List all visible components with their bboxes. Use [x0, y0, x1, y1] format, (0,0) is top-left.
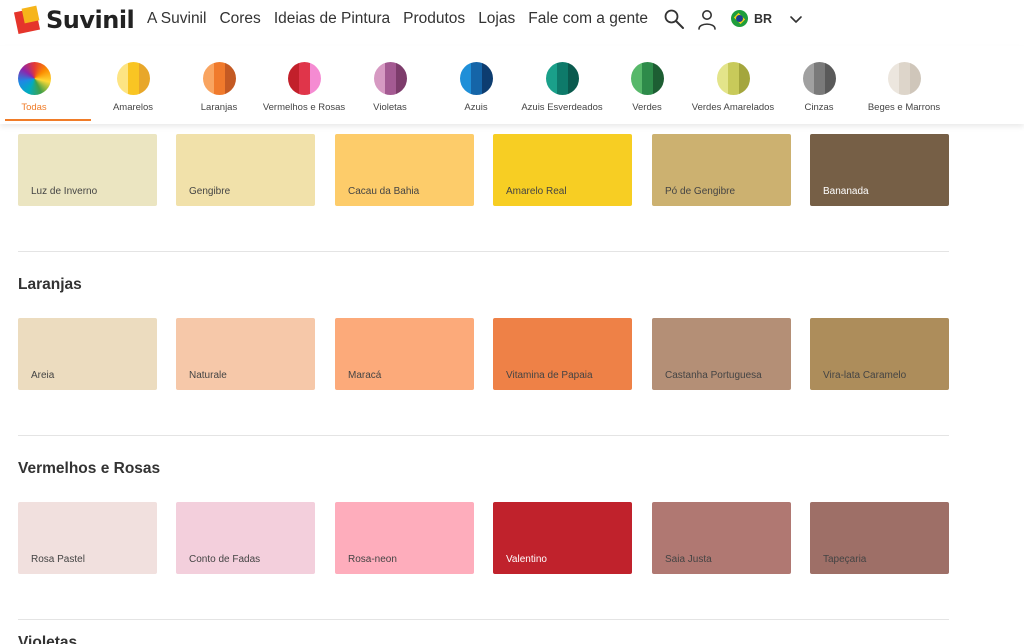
color-swatch-icon: [459, 62, 493, 95]
active-tab-indicator: [5, 119, 91, 121]
color-card[interactable]: Cacau da Bahia: [335, 134, 474, 206]
color-name: Tapeçaria: [823, 554, 867, 565]
color-card[interactable]: Gengibre: [176, 134, 315, 206]
color-card[interactable]: Naturale: [176, 318, 315, 390]
search-icon[interactable]: [663, 8, 685, 30]
category-filter-bar: Todas Amarelos Laranjas Vermelhos e Rosas Vi…: [0, 46, 1024, 124]
language-label: BR: [754, 11, 773, 26]
section-title: Vermelhos e Rosas: [18, 460, 161, 477]
category-label: Todas: [21, 102, 47, 113]
color-name: Castanha Portuguesa: [665, 370, 762, 381]
color-card[interactable]: Valentino: [493, 502, 632, 574]
color-card[interactable]: Saia Justa: [652, 502, 791, 574]
nav-item-produtos[interactable]: Produtos: [403, 10, 465, 28]
nav-item-lojas[interactable]: Lojas: [478, 10, 515, 28]
color-swatch-icon: [630, 62, 664, 95]
color-name: Pó de Gengibre: [665, 186, 736, 197]
color-name: Rosa-neon: [348, 554, 397, 565]
color-card[interactable]: Pó de Gengibre: [652, 134, 791, 206]
user-icon[interactable]: [696, 8, 718, 30]
category-tab-beges-e-marrons[interactable]: Beges e Marrons: [849, 62, 959, 113]
color-card[interactable]: Amarelo Real: [493, 134, 632, 206]
language-selector[interactable]: BR: [731, 10, 804, 27]
color-card[interactable]: Areia: [18, 318, 157, 390]
color-name: Conto de Fadas: [189, 554, 261, 565]
color-name: Luz de Inverno: [31, 186, 98, 197]
color-name: Rosa Pastel: [31, 554, 85, 565]
chevron-down-icon: [790, 15, 802, 23]
nav-item-a-suvinil[interactable]: A Suvinil: [147, 10, 206, 28]
color-name: Valentino: [506, 554, 547, 565]
color-swatch-icon: [545, 62, 579, 95]
color-card[interactable]: Tapeçaria: [810, 502, 949, 574]
color-name: Vitamina de Papaia: [506, 370, 593, 381]
color-card[interactable]: Maracá: [335, 318, 474, 390]
nav-item-fale-com-a-gente[interactable]: Fale com a gente: [528, 10, 648, 28]
suvinil-logo[interactable]: Suvinil: [13, 4, 135, 36]
color-name: Cacau da Bahia: [348, 186, 420, 197]
color-card[interactable]: Vira-lata Caramelo: [810, 318, 949, 390]
color-card[interactable]: Bananada: [810, 134, 949, 206]
color-swatch-icon: [802, 62, 836, 95]
color-swatch-icon: [17, 62, 51, 95]
color-card[interactable]: Castanha Portuguesa: [652, 318, 791, 390]
color-card[interactable]: Vitamina de Papaia: [493, 318, 632, 390]
category-label: Beges e Marrons: [867, 102, 941, 113]
color-name: Areia: [31, 370, 55, 381]
color-name: Gengibre: [189, 186, 231, 197]
section-divider: [18, 435, 949, 436]
logo-mark-icon: [13, 5, 44, 35]
color-name: Bananada: [823, 186, 869, 197]
nav-item-ideias-de-pintura[interactable]: Ideias de Pintura: [274, 10, 390, 28]
color-swatch-icon: [202, 62, 236, 95]
color-name: Amarelo Real: [506, 186, 567, 197]
brand-name: Suvinil: [46, 6, 135, 34]
color-name: Maracá: [348, 370, 382, 381]
color-card[interactable]: Rosa Pastel: [18, 502, 157, 574]
color-swatch-icon: [287, 62, 321, 95]
section-divider: [18, 251, 949, 252]
section-divider: [18, 619, 949, 620]
nav-item-cores[interactable]: Cores: [219, 10, 260, 28]
section-title-violetas: Violetas: [18, 634, 78, 644]
color-swatch-icon: [887, 62, 921, 95]
color-grid: Luz de Inverno Gengibre Cacau da Bahia Amar…: [0, 124, 1024, 644]
color-card[interactable]: Conto de Fadas: [176, 502, 315, 574]
color-swatch-icon: [716, 62, 750, 95]
category-tab-todas[interactable]: Todas: [0, 62, 89, 113]
color-swatch-icon: [116, 62, 150, 95]
color-card[interactable]: Rosa-neon: [335, 502, 474, 574]
top-header: Suvinil A Suvinil Cores Ideias de Pintur…: [0, 0, 1024, 46]
color-swatch-icon: [373, 62, 407, 95]
color-name: Vira-lata Caramelo: [823, 370, 907, 381]
color-card[interactable]: Luz de Inverno: [18, 134, 157, 206]
section-title: Laranjas: [18, 276, 82, 293]
color-name: Saia Justa: [665, 554, 712, 565]
brazil-flag-icon: [731, 10, 748, 27]
color-name: Naturale: [189, 370, 227, 381]
main-nav: A Suvinil Cores Ideias de Pintura Produt…: [147, 10, 648, 28]
